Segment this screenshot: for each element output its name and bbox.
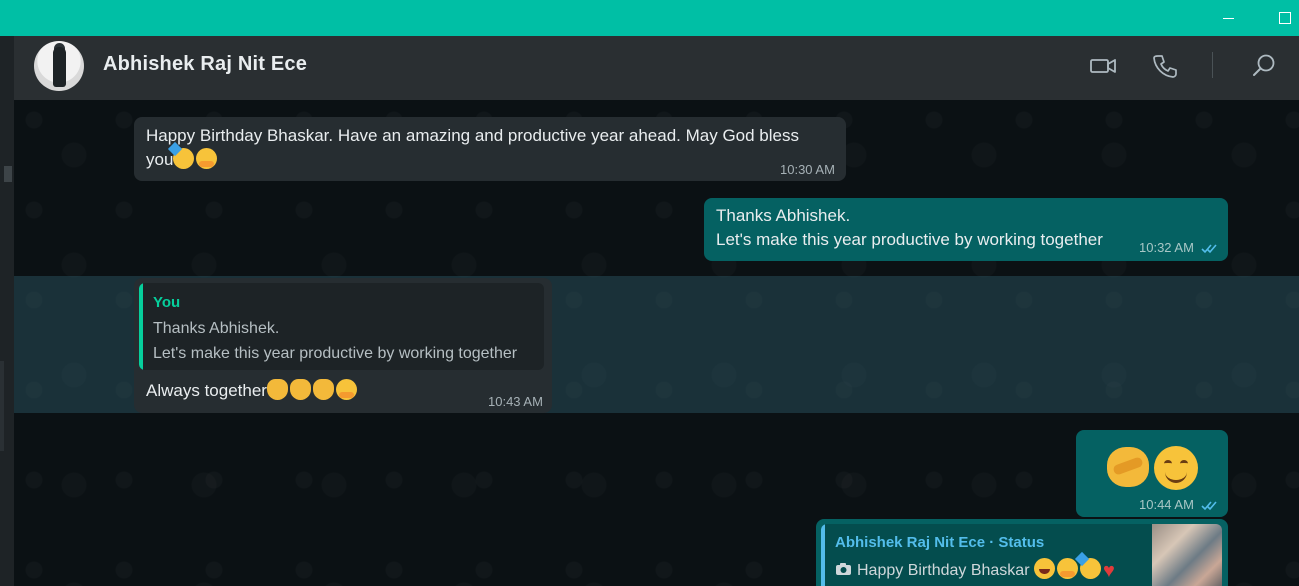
quoted-text: Thanks Abhishek. xyxy=(153,320,280,337)
chat-header: Abhishek Raj Nit Ece xyxy=(14,36,1299,100)
message-text: Happy Birthday Bhaskar. Have an amazing … xyxy=(146,126,799,145)
message-time: 10:43 AM xyxy=(488,394,543,409)
hugging-face-emoji xyxy=(335,379,357,400)
status-text: Happy Birthday Bhaskar xyxy=(857,562,1030,579)
status-author: Abhishek Raj Nit Ece · Status xyxy=(835,534,1045,551)
contact-name[interactable]: Abhishek Raj Nit Ece xyxy=(103,53,307,76)
quote-accent-bar xyxy=(139,283,143,370)
double-check-icon xyxy=(1200,244,1217,254)
sidebar-edge xyxy=(0,36,14,586)
search-icon[interactable] xyxy=(1248,50,1280,82)
partying-face-emoji xyxy=(1079,558,1101,579)
quoted-message[interactable]: You Thanks Abhishek. Let's make this yea… xyxy=(139,283,544,370)
camera-icon xyxy=(836,563,851,575)
voice-call-icon[interactable] xyxy=(1149,50,1181,82)
message-time: 10:30 AM xyxy=(780,162,835,177)
smiling-face-emoji xyxy=(1154,446,1198,490)
handshake-emoji xyxy=(289,379,311,400)
message-text: Let's make this year productive by worki… xyxy=(716,230,1103,249)
window-title-bar xyxy=(0,0,1299,36)
message-text: you xyxy=(146,150,174,169)
message-bubble-outgoing-emoji[interactable]: 10:44 AM xyxy=(1076,430,1228,517)
message-time: 10:32 AM xyxy=(1139,240,1194,255)
scroll-marker xyxy=(0,361,4,451)
status-thumbnail[interactable] xyxy=(1152,524,1222,586)
handshake-emoji xyxy=(312,379,334,400)
handshake-emoji xyxy=(266,379,288,400)
quoted-author: You xyxy=(153,294,181,311)
message-bubble-incoming-reply[interactable]: You Thanks Abhishek. Let's make this yea… xyxy=(134,278,552,413)
contact-avatar[interactable] xyxy=(34,41,84,91)
video-call-icon[interactable] xyxy=(1087,50,1119,82)
partying-face-emoji xyxy=(173,148,195,169)
handshake-emoji xyxy=(1107,447,1149,487)
scroll-marker xyxy=(4,166,12,182)
message-bubble-status-reply[interactable]: Abhishek Raj Nit Ece · Status Happy Birt… xyxy=(816,519,1228,586)
hugging-face-emoji xyxy=(1056,558,1078,579)
maximize-icon xyxy=(1279,12,1291,24)
double-check-icon xyxy=(1200,501,1217,511)
quoted-text: Let's make this year productive by worki… xyxy=(153,345,518,362)
message-time: 10:44 AM xyxy=(1139,497,1194,512)
minimize-icon xyxy=(1222,17,1234,19)
message-text: Thanks Abhishek. xyxy=(716,206,851,225)
header-divider xyxy=(1212,52,1213,78)
message-bubble-incoming[interactable]: Happy Birthday Bhaskar. Have an amazing … xyxy=(134,117,846,181)
message-area[interactable]: Happy Birthday Bhaskar. Have an amazing … xyxy=(14,100,1299,586)
laughing-face-emoji xyxy=(1033,558,1055,579)
hugging-face-emoji xyxy=(196,148,218,169)
status-accent-bar xyxy=(821,524,825,586)
minimize-button[interactable] xyxy=(1205,0,1251,36)
status-reply-card[interactable]: Abhishek Raj Nit Ece · Status Happy Birt… xyxy=(821,524,1222,586)
message-text: Always together xyxy=(146,381,267,400)
maximize-button[interactable] xyxy=(1262,0,1299,36)
message-bubble-outgoing[interactable]: Thanks Abhishek. Let's make this year pr… xyxy=(704,198,1228,261)
red-heart-emoji: ♥ xyxy=(1102,560,1115,582)
